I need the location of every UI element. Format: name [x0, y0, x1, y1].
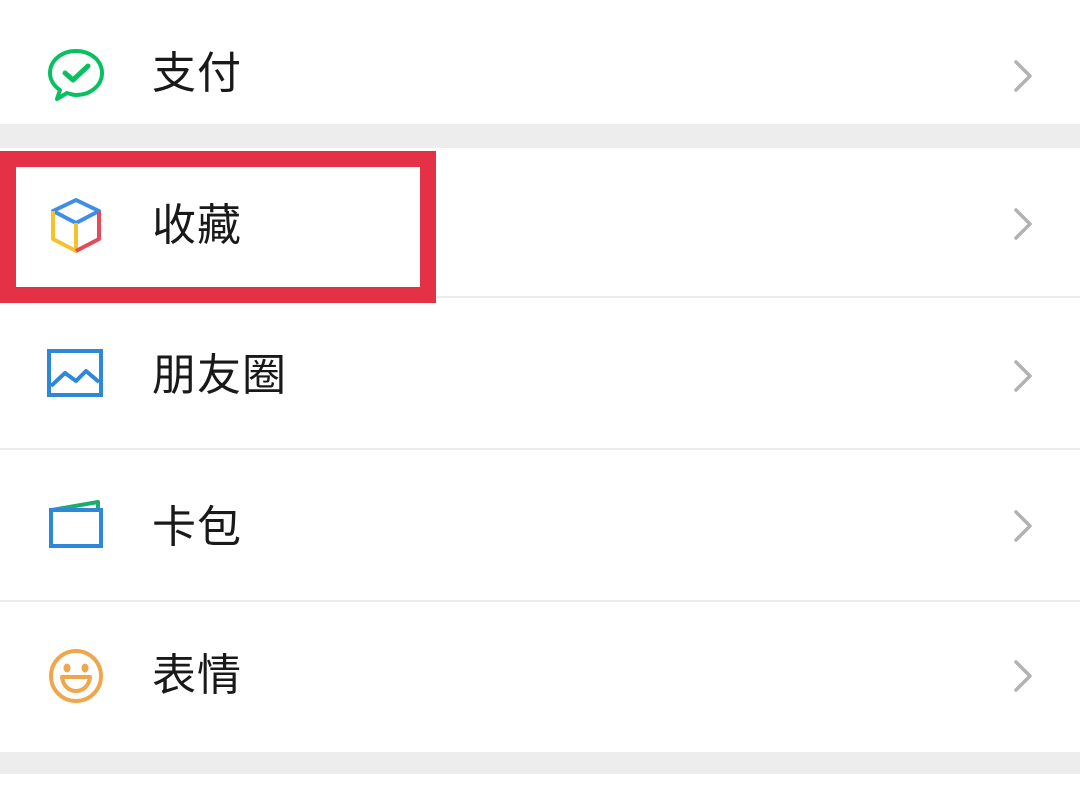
menu-item-label: 朋友圈 — [152, 350, 287, 401]
menu-item-card-wallet[interactable]: 卡包 — [0, 450, 1080, 600]
chevron-right-icon — [1008, 206, 1036, 242]
chevron-right-icon — [1008, 508, 1036, 544]
wechat-pay-icon — [46, 47, 106, 103]
menu-item-favorites[interactable]: 收藏 — [0, 148, 1080, 298]
menu-item-stickers[interactable]: 表情 — [0, 602, 1080, 752]
menu-item-label: 卡包 — [152, 502, 242, 553]
menu-item-label: 表情 — [152, 650, 242, 701]
chevron-right-icon — [1008, 658, 1036, 694]
next-group-top — [0, 774, 1080, 810]
menu-item-label: 支付 — [152, 48, 242, 99]
group-separator — [0, 124, 1080, 148]
moments-picture-icon — [46, 348, 106, 404]
wechat-me-menu: 支付 收藏 朋友圈 卡包 表情 — [0, 0, 1080, 810]
card-wallet-icon — [46, 498, 106, 554]
menu-item-moments[interactable]: 朋友圈 — [0, 298, 1080, 448]
chevron-right-icon — [1008, 58, 1036, 94]
chevron-right-icon — [1008, 358, 1036, 394]
sticker-smiley-icon — [46, 646, 106, 703]
favorites-cube-icon — [46, 196, 106, 253]
group-separator — [0, 752, 1080, 774]
menu-item-label: 收藏 — [152, 200, 242, 251]
